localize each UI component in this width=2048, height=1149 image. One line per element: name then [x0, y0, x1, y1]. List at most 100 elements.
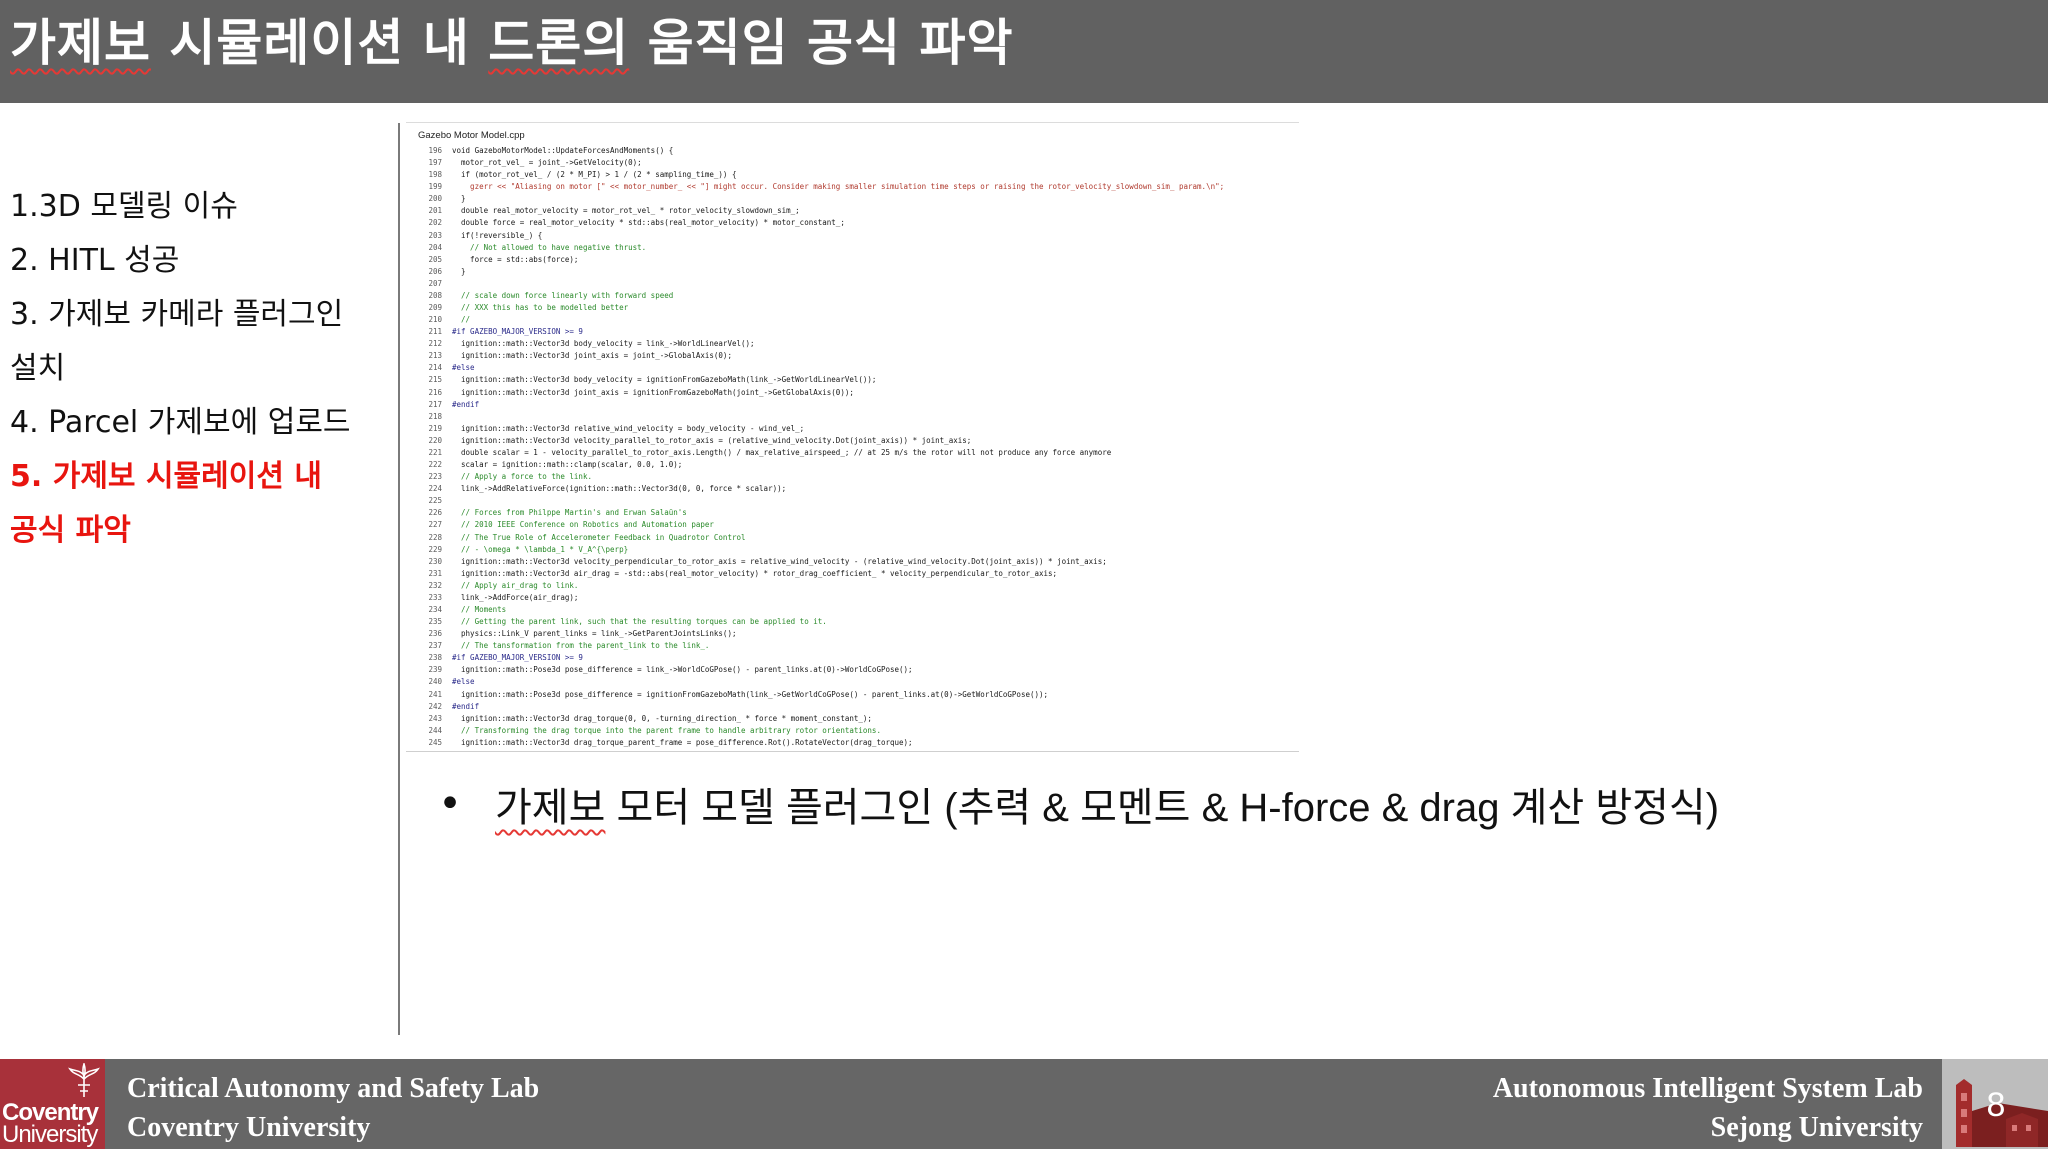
coventry-logo-text-line2: University [2, 1121, 98, 1148]
code-line: 229 // - \omega * \lambda_1 * V_A^{\perp… [412, 544, 1297, 556]
code-text: gzerr << "Aliasing on motor [" << motor_… [452, 182, 1225, 192]
toc-item-active: 5. 가제보 시뮬레이션 내 [10, 459, 323, 494]
code-line: 203 if(!reversible_) { [412, 230, 1297, 242]
code-text: ignition::math::Vector3d velocity_perpen… [452, 556, 1107, 566]
code-text: // 2010 IEEE Conference on Robotics and … [452, 520, 714, 530]
code-text: ignition::math::Pose3d pose_difference =… [452, 665, 913, 675]
code-line: 200 } [412, 193, 1297, 205]
code-text: // [452, 315, 471, 325]
code-text: // Apply air_drag to link. [452, 580, 579, 590]
line-number: 228 [428, 532, 442, 542]
line-number: 237 [428, 641, 442, 651]
line-number: 238 [428, 653, 442, 663]
code-line: 231 ignition::math::Vector3d air_drag = … [412, 568, 1297, 580]
line-number: 242 [428, 701, 442, 711]
code-text: physics::Link_V parent_links = link_->Ge… [452, 629, 737, 639]
line-number: 197 [428, 158, 442, 168]
toc-item: 1.3D 모델링 이슈 [10, 189, 238, 224]
code-text: ignition::math::Vector3d air_drag = -std… [452, 568, 1058, 578]
code-line: 227 // 2010 IEEE Conference on Robotics … [412, 519, 1297, 531]
code-text: ignition::math::Vector3d joint_axis = jo… [452, 351, 732, 361]
code-text: motor_rot_vel_ = joint_->GetVelocity(0); [452, 158, 642, 168]
line-number: 223 [428, 472, 442, 482]
code-text: ignition::math::Vector3d relative_wind_v… [452, 423, 805, 433]
code-line: 201 double real_motor_velocity = motor_r… [412, 205, 1297, 217]
code-line: 224 link_->AddRelativeForce(ignition::ma… [412, 483, 1297, 495]
code-line: 238 #if GAZEBO_MAJOR_VERSION >= 9 [412, 652, 1297, 664]
code-line: 243 ignition::math::Vector3d drag_torque… [412, 713, 1297, 725]
code-line: 215 ignition::math::Vector3d body_veloci… [412, 374, 1297, 386]
code-text: if(!reversible_) { [452, 230, 543, 240]
code-text: void GazeboMotorModel::UpdateForcesAndMo… [452, 146, 674, 155]
code-text: double real_motor_velocity = motor_rot_v… [452, 206, 800, 216]
line-number: 217 [428, 399, 442, 409]
line-number: 220 [428, 435, 442, 445]
line-number: 206 [428, 266, 442, 276]
code-line: 234 // Moments [412, 604, 1297, 616]
code-text: // Transforming the drag torque into the… [452, 725, 881, 735]
code-text: link_->AddForce(air_drag); [452, 592, 579, 602]
line-number: 214 [428, 363, 442, 373]
code-line: 225 [412, 495, 1297, 507]
code-line: 214 #else [412, 362, 1297, 374]
code-text: #else [452, 363, 475, 373]
line-number: 240 [428, 677, 442, 687]
toc-item: 설치 [10, 351, 66, 386]
code-line: 216 ignition::math::Vector3d joint_axis … [412, 387, 1297, 399]
code-line: 206 } [412, 266, 1297, 278]
code-line: 198 if (motor_rot_vel_ / (2 * M_PI) > 1 … [412, 169, 1297, 181]
line-number: 235 [428, 617, 442, 627]
code-line: 242 #endif [412, 701, 1297, 713]
coventry-university-logo: Coventry University [0, 1059, 105, 1149]
code-text: link_->AddRelativeForce(ignition::math::… [452, 484, 787, 494]
bullet-text-rest: 모터 모델 플러그인 (추력 & 모멘트 & H-force & drag 계산… [605, 786, 1720, 830]
bullet-text: 가제보 모터 모델 플러그인 (추력 & 모멘트 & H-force & dra… [495, 775, 1719, 833]
code-text: } [452, 266, 466, 276]
code-text: ignition::math::Vector3d velocity_parall… [452, 435, 972, 445]
code-text: // Getting the parent link, such that th… [452, 617, 827, 627]
line-number: 244 [428, 725, 442, 735]
code-line: 207 [412, 278, 1297, 290]
code-line: 213 ignition::math::Vector3d joint_axis … [412, 350, 1297, 362]
footer-right-line2: Sejong University [1710, 1112, 1923, 1143]
line-number: 239 [428, 665, 442, 675]
code-text: // XXX this has to be modelled better [452, 303, 629, 313]
phoenix-crest-icon [68, 1063, 100, 1097]
code-line: 210 // [412, 314, 1297, 326]
code-line: 232 // Apply air_drag to link. [412, 580, 1297, 592]
code-text: // Not allowed to have negative thrust. [452, 242, 647, 252]
line-number: 234 [428, 604, 442, 614]
line-number: 204 [428, 242, 442, 252]
line-number: 205 [428, 254, 442, 264]
code-line: 204 // Not allowed to have negative thru… [412, 242, 1297, 254]
line-number: 233 [428, 592, 442, 602]
line-number: 215 [428, 375, 442, 385]
toc-item: 3. 가제보 카메라 플러그인 [10, 297, 344, 332]
title-bar: 가제보 시뮬레이션 내 드론의 움직임 공식 파악 [0, 0, 2048, 103]
code-line: 237 // The tansformation from the parent… [412, 640, 1297, 652]
line-number: 243 [428, 713, 442, 723]
code-lines: 196 void GazeboMotorModel::UpdateForcesAn… [412, 145, 1297, 749]
code-line: 218 [412, 411, 1297, 423]
code-text: ignition::math::Pose3d pose_difference =… [452, 689, 1049, 699]
line-number: 229 [428, 544, 442, 554]
code-text: #endif [452, 701, 480, 711]
line-number: 196 [428, 146, 442, 155]
code-text: // The True Role of Accelerometer Feedba… [452, 532, 746, 542]
vertical-divider [398, 123, 400, 1035]
code-text: // Moments [452, 604, 507, 614]
code-line: 212 ignition::math::Vector3d body_veloci… [412, 338, 1297, 350]
code-line: 219 ignition::math::Vector3d relative_wi… [412, 423, 1297, 435]
code-line: 228 // The True Role of Accelerometer Fe… [412, 532, 1297, 544]
page-number: 8 [1986, 1086, 2006, 1124]
code-line: 209 // XXX this has to be modelled bette… [412, 302, 1297, 314]
line-number: 225 [428, 496, 442, 506]
code-line: 222 scalar = ignition::math::clamp(scala… [412, 459, 1297, 471]
line-number: 226 [428, 508, 442, 518]
code-line: 233 link_->AddForce(air_drag); [412, 592, 1297, 604]
code-text: ignition::math::Vector3d drag_torque(0, … [452, 713, 872, 723]
table-of-contents: 1.3D 모델링 이슈 2. HITL 성공 3. 가제보 카메라 플러그인 설치 4.… [10, 180, 380, 558]
line-number: 199 [428, 182, 442, 192]
code-line: 217 #endif [412, 399, 1297, 411]
line-number: 227 [428, 520, 442, 530]
